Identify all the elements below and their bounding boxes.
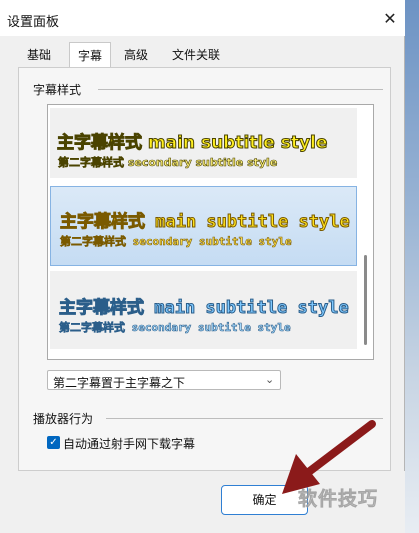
chevron-down-icon: ⌄ xyxy=(265,373,275,386)
tab-advanced[interactable]: 高级 xyxy=(118,44,154,67)
main-subtitle-preview: 主字幕样式 main subtitle style xyxy=(59,298,350,319)
desktop-wallpaper xyxy=(404,0,419,533)
secondary-subtitle-preview: 第二字幕样式 secondary subtitle style xyxy=(58,156,278,170)
settings-dialog: 设置面板 ✕ 基础 字幕 高级 文件关联 字幕样式 主字幕样式 main sub… xyxy=(0,0,405,533)
tab-basic[interactable]: 基础 xyxy=(18,44,60,67)
window-title: 设置面板 xyxy=(7,15,60,30)
secondary-position-select[interactable]: 第二字幕置于主字幕之下 ⌄ xyxy=(47,370,281,390)
list-scrollbar[interactable] xyxy=(361,105,373,359)
scrollbar-thumb[interactable] xyxy=(364,255,367,345)
main-subtitle-preview: 主字幕样式 main subtitle style xyxy=(60,212,351,233)
title-bar: 设置面板 ✕ xyxy=(0,0,405,36)
subtitle-style-list[interactable]: 主字幕样式 main subtitle style 第二字幕样式 seconda… xyxy=(47,104,374,360)
auto-download-checkbox[interactable]: ✓ xyxy=(47,436,60,449)
auto-download-label: 自动通过射手网下载字幕 xyxy=(63,437,196,451)
close-icon: ✕ xyxy=(383,8,397,28)
tab-file-association[interactable]: 文件关联 xyxy=(166,44,226,67)
watermark-text: 软件技巧 xyxy=(298,488,379,511)
player-behavior-group-label: 播放器行为 xyxy=(33,410,100,427)
main-subtitle-preview: 主字幕样式 main subtitle style xyxy=(56,133,328,154)
secondary-subtitle-preview: 第二字幕样式 secondary subtitle style xyxy=(59,321,291,335)
ok-button[interactable]: 确定 xyxy=(221,485,308,515)
tab-subtitle[interactable]: 字幕 xyxy=(69,42,111,67)
close-button[interactable]: ✕ xyxy=(378,6,402,30)
group-divider xyxy=(106,418,383,419)
subtitle-style-option-selected[interactable]: 主字幕样式 main subtitle style 第二字幕样式 seconda… xyxy=(50,186,357,266)
subtitle-style-option[interactable]: 主字幕样式 main subtitle style 第二字幕样式 seconda… xyxy=(50,108,357,178)
secondary-subtitle-preview: 第二字幕样式 secondary subtitle style xyxy=(60,235,292,249)
subtitle-style-option[interactable]: 主字幕样式 main subtitle style 第二字幕样式 seconda… xyxy=(50,271,357,349)
subtitle-style-group-label: 字幕样式 xyxy=(33,81,88,98)
group-divider xyxy=(98,89,383,90)
select-value: 第二字幕置于主字幕之下 xyxy=(53,376,186,390)
